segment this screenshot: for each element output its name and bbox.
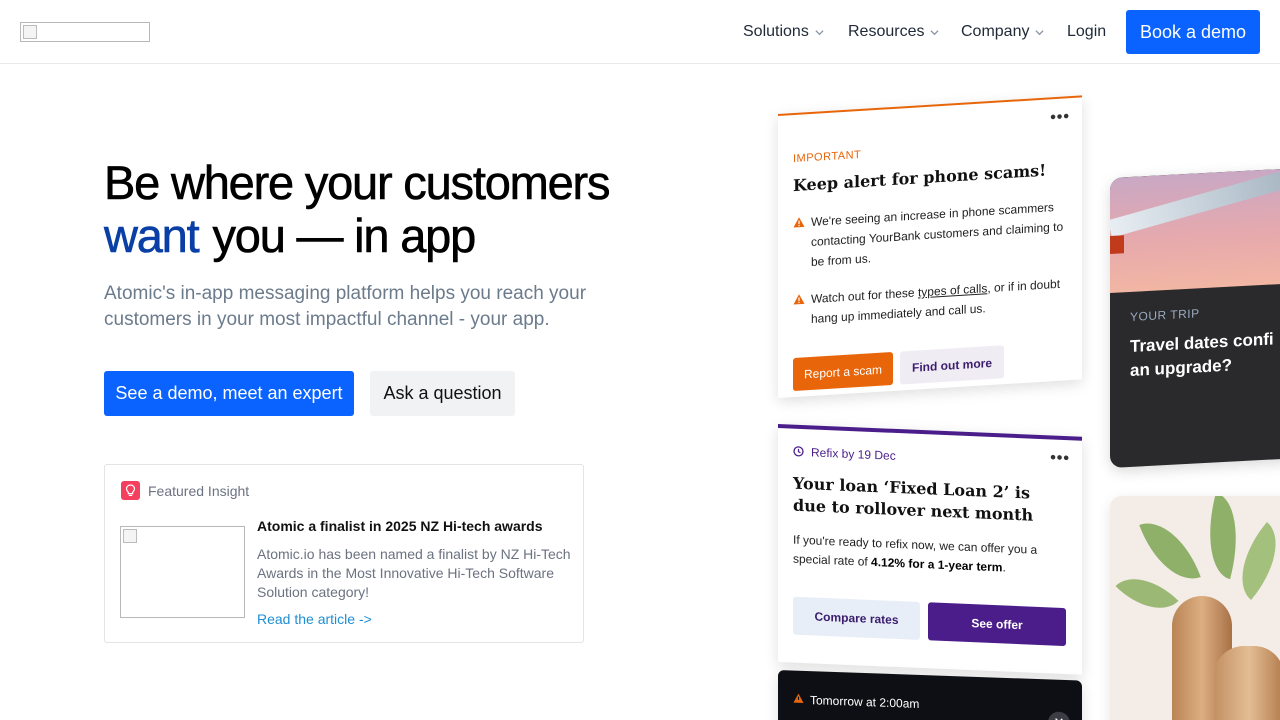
see-demo-button[interactable]: See a demo, meet an expert (104, 371, 354, 416)
leaf (1115, 562, 1179, 625)
trip-card: YOUR TRIP Travel dates confi an upgrade? (1110, 167, 1280, 469)
vase (1214, 646, 1280, 720)
nav-label: Solutions (743, 23, 809, 40)
card-row: Watch out for these types of calls, or i… (793, 273, 1068, 330)
read-article-link[interactable]: Read the article -> (257, 611, 372, 627)
report-scam-button[interactable]: Report a scam (793, 351, 893, 392)
insight-description: Atomic.io has been named a finalist by N… (257, 546, 571, 600)
headline-rest: you — in app (212, 209, 476, 263)
card-body: If you're ready to refix now, we can off… (793, 531, 1063, 580)
hero-headline: Be where your customers want you — in app (104, 156, 611, 263)
logo[interactable] (20, 22, 150, 42)
alert-text: Tomorrow at 2:00am (810, 693, 920, 711)
card-label: IMPORTANT (793, 148, 862, 166)
nav-login[interactable]: Login (1067, 0, 1106, 64)
warning-icon (793, 217, 805, 228)
trip-photo (1110, 167, 1280, 293)
compare-rates-button[interactable]: Compare rates (793, 596, 920, 640)
find-out-more-button[interactable]: Find out more (900, 345, 1004, 385)
card-row-text: We're seeing an increase in phone scamme… (811, 200, 1064, 269)
trip-title-line2: an upgrade? (1130, 355, 1233, 380)
chevron-down-icon (1035, 29, 1045, 35)
lightbulb-icon (121, 481, 140, 500)
trip-title: Travel dates confi an upgrade? (1130, 325, 1280, 383)
nav-resources[interactable]: Resources (848, 0, 940, 64)
warning-icon (793, 693, 804, 703)
page: Solutions Resources Company Login Book a… (0, 0, 1280, 720)
card-row-text: Watch out for these (811, 285, 918, 306)
more-options-icon[interactable]: ••• (1050, 449, 1070, 468)
clock-icon (793, 446, 804, 457)
trip-title-line1: Travel dates confi (1130, 329, 1274, 356)
insight-thumbnail[interactable] (120, 526, 245, 618)
site-header: Solutions Resources Company Login Book a… (0, 0, 1280, 64)
types-of-calls-link[interactable]: types of calls (918, 281, 987, 299)
card-body-text: . (1002, 560, 1006, 575)
warning-icon (793, 294, 805, 305)
card-label-text: Refix by 19 Dec (811, 445, 896, 463)
see-offer-button[interactable]: See offer (928, 602, 1066, 647)
message-card-stack: ••• IMPORTANT Keep alert for phone scams… (760, 95, 1280, 720)
airplane-wingtip (1110, 235, 1124, 254)
loan-rollover-card: ••• Refix by 19 Dec Your loan ‘Fixed Loa… (778, 424, 1082, 675)
nav-label: Company (961, 23, 1030, 40)
close-icon[interactable]: ✕ (1048, 711, 1070, 720)
card-title: Keep alert for phone scams! (793, 160, 1047, 196)
chevron-down-icon (815, 29, 824, 35)
broken-image-icon (123, 529, 137, 543)
hero-subhead: Atomic's in-app messaging platform helps… (104, 283, 587, 330)
alert-card: Tomorrow at 2:00am ✕ (778, 670, 1082, 720)
card-title: Your loan ‘Fixed Loan 2’ is due to rollo… (793, 473, 1034, 525)
headline-accent: want (104, 209, 200, 263)
trip-label: YOUR TRIP (1130, 306, 1200, 324)
airplane-wing (1110, 167, 1280, 238)
broken-image-icon (23, 25, 37, 39)
insight-tag-label: Featured Insight (148, 483, 250, 499)
chevron-down-icon (930, 29, 940, 35)
nav-solutions[interactable]: Solutions (743, 0, 824, 64)
vase-image-card (1110, 496, 1280, 720)
ask-question-button[interactable]: Ask a question (370, 371, 515, 416)
nav-company[interactable]: Company (961, 0, 1045, 64)
insight-title[interactable]: Atomic a finalist in 2025 NZ Hi-tech awa… (257, 518, 543, 534)
card-body-rate: 4.12% for a 1-year term (871, 554, 1003, 575)
nav-label: Resources (848, 23, 925, 40)
scam-alert-card: ••• IMPORTANT Keep alert for phone scams… (778, 95, 1082, 399)
featured-insight-card: Featured Insight Atomic a finalist in 20… (104, 464, 584, 643)
login-label: Login (1067, 23, 1107, 40)
card-label: Refix by 19 Dec (793, 445, 896, 463)
more-options-icon[interactable]: ••• (1050, 108, 1070, 127)
card-row: We're seeing an increase in phone scamme… (793, 196, 1068, 273)
book-demo-button[interactable]: Book a demo (1126, 10, 1260, 54)
leaf (1139, 511, 1201, 591)
headline-line1: Be where your customers (104, 156, 611, 210)
